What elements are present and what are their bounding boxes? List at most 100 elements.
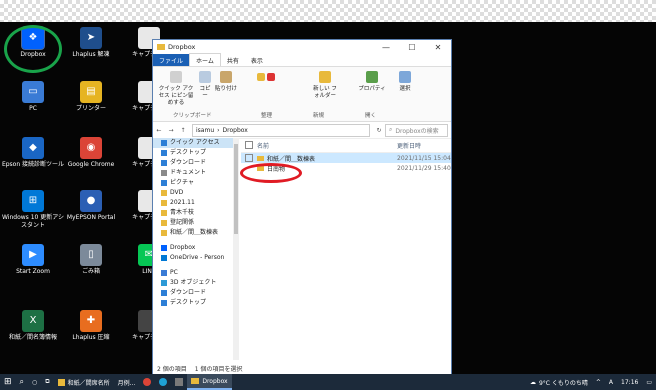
- nav-item-14[interactable]: ダウンロード: [153, 288, 233, 298]
- nav-scrollbar[interactable]: [233, 138, 239, 360]
- up-button[interactable]: ↑: [177, 127, 189, 134]
- nav-item-label: ダウンロード: [170, 289, 207, 296]
- desktop-icon-1[interactable]: ➤ Lhaplus 解凍: [58, 27, 124, 59]
- start-button[interactable]: ⊞: [0, 374, 16, 390]
- chrome-taskbar-icon[interactable]: [139, 374, 155, 390]
- nav-item-label: PC: [170, 269, 178, 276]
- nav-item-15[interactable]: デスクトップ: [153, 298, 233, 308]
- desktop-icon-3[interactable]: ▭ PC: [0, 81, 66, 113]
- desktop-icon-12[interactable]: ▶ Start Zoom: [0, 244, 66, 276]
- new-folder-label: 新しい フォルダー: [313, 86, 337, 99]
- notification-icon[interactable]: ▭: [642, 374, 656, 390]
- download-icon: [161, 159, 167, 166]
- desktop-icon-16[interactable]: ✚ Lhaplus 圧縮: [58, 310, 124, 342]
- search-icon[interactable]: ⌕: [16, 374, 28, 390]
- desktop-icon-label: Lhaplus 圧縮: [72, 334, 110, 341]
- taskbar-explorer[interactable]: Dropbox: [187, 374, 232, 390]
- select-all-checkbox[interactable]: [245, 141, 253, 149]
- nav-item-3[interactable]: ドキュメント: [153, 168, 233, 178]
- desktop-shortcut-icon: X: [22, 310, 44, 332]
- select-button[interactable]: 選択: [395, 71, 415, 93]
- tab-home[interactable]: ホーム: [189, 53, 221, 67]
- minimize-button[interactable]: —: [373, 43, 399, 52]
- desktop-icon-label: Epson 接続診断ツール: [1, 161, 65, 168]
- edge-taskbar-icon[interactable]: [155, 374, 171, 390]
- forward-button[interactable]: →: [165, 127, 177, 134]
- store-icon: [175, 378, 184, 386]
- breadcrumb-isamu[interactable]: isamu: [196, 127, 214, 134]
- nav-item-label: デスクトップ: [170, 149, 207, 156]
- column-date[interactable]: 更新日時: [397, 141, 421, 150]
- nav-item-4[interactable]: ピクチャ: [153, 178, 233, 188]
- nav-item-1[interactable]: デスクトップ: [153, 148, 233, 158]
- store-taskbar-icon[interactable]: [171, 374, 187, 390]
- ime-indicator[interactable]: A: [605, 374, 617, 390]
- nav-scrollbar-thumb[interactable]: [234, 144, 238, 234]
- taskbar-app-1[interactable]: 和紙／間席名所: [54, 374, 114, 390]
- desktop-icon-4[interactable]: ▤ プリンター: [58, 81, 124, 113]
- tray-chevron-icon[interactable]: ^: [592, 374, 605, 390]
- nav-item-label: 2021.11: [170, 199, 195, 206]
- search-input[interactable]: ⌕ Dropboxの検索: [385, 123, 448, 137]
- explorer-window[interactable]: Dropbox — ☐ ✕ ファイル ホーム 共有 表示 クイック アクセス に…: [152, 39, 452, 375]
- row-checkbox[interactable]: [245, 154, 253, 162]
- nav-item-11[interactable]: OneDrive - Person: [153, 253, 233, 263]
- nav-item-8[interactable]: 登記関係: [153, 218, 233, 228]
- desktop-icon-6[interactable]: ◆ Epson 接続診断ツール: [0, 137, 66, 169]
- desktop-icon-10[interactable]: ● MyEPSON Portal: [58, 190, 124, 222]
- folder-icon: [161, 199, 167, 206]
- column-name[interactable]: 名前: [257, 141, 397, 150]
- back-button[interactable]: ←: [153, 127, 165, 134]
- desktop-shortcut-icon: ▶: [22, 244, 44, 266]
- nav-item-label: 3D オブジェクト: [170, 279, 217, 286]
- cortana-icon[interactable]: ○: [28, 374, 41, 390]
- title-bar: Dropbox — ☐ ✕: [153, 40, 451, 54]
- nav-item-12[interactable]: PC: [153, 268, 233, 278]
- maximize-button[interactable]: ☐: [399, 43, 425, 52]
- organize-buttons[interactable]: [249, 73, 283, 84]
- desktop-shortcut-icon: ◆: [22, 137, 44, 159]
- copy-button[interactable]: コピー: [197, 71, 213, 100]
- clock[interactable]: 17:16: [617, 374, 642, 390]
- properties-button[interactable]: プロパティ: [357, 71, 387, 93]
- file-row[interactable]: 和紙／間＿数棟表 2021/11/15 15:04: [241, 153, 451, 163]
- desktop-icon-7[interactable]: ◉ Google Chrome: [58, 137, 124, 169]
- paste-button[interactable]: 貼り付け: [215, 71, 237, 93]
- new-folder-button[interactable]: 新しい フォルダー: [313, 71, 337, 100]
- desktop-icon-label: ごみ箱: [81, 268, 100, 275]
- desktop-icon: [161, 149, 167, 156]
- refresh-button[interactable]: ↻: [373, 127, 385, 134]
- address-bar[interactable]: isamu › Dropbox: [192, 123, 370, 137]
- nav-item-13[interactable]: 3D オブジェクト: [153, 278, 233, 288]
- nav-item-6[interactable]: 2021.11: [153, 198, 233, 208]
- document-icon: [161, 169, 167, 176]
- weather-widget[interactable]: ☁ 9°C くもりのち晴: [526, 374, 592, 390]
- taskbar-app-2[interactable]: 月例...: [114, 374, 140, 390]
- desktop-icon-9[interactable]: ⊞ Windows 10 更新アシスタント: [0, 190, 66, 230]
- paste-label: 貼り付け: [215, 86, 238, 92]
- status-bar: 2 個の項目 1 個の項目を選択: [153, 362, 451, 374]
- nav-item-10[interactable]: Dropbox: [153, 243, 233, 253]
- tab-share[interactable]: 共有: [221, 54, 245, 67]
- close-button[interactable]: ✕: [425, 43, 451, 52]
- breadcrumb-dropbox[interactable]: Dropbox: [223, 127, 248, 134]
- pin-quick-access-button[interactable]: クイック アクセス にピン留めする: [157, 71, 195, 107]
- nav-item-5[interactable]: DVD: [153, 188, 233, 198]
- move-icon: [257, 73, 266, 81]
- nav-item-2[interactable]: ダウンロード: [153, 158, 233, 168]
- folder-icon: [161, 189, 167, 196]
- edge-icon: [159, 378, 168, 386]
- desktop-icon-label: 和紙／間名簿情報: [8, 334, 57, 341]
- nav-item-9[interactable]: 和紙／間＿数棟表: [153, 228, 233, 238]
- task-view-icon[interactable]: ⧉: [41, 374, 53, 390]
- navigation-pane[interactable]: クイック アクセス デスクトップ ダウンロード ドキュメント ピクチャ DVD 2021.1…: [153, 138, 233, 360]
- taskbar-app-2-label: 月例...: [117, 379, 136, 387]
- folder-icon: [161, 219, 167, 226]
- tab-view[interactable]: 表示: [245, 54, 269, 67]
- nav-item-0[interactable]: クイック アクセス: [153, 138, 233, 148]
- nav-item-7[interactable]: 青木千枝: [153, 208, 233, 218]
- tab-file[interactable]: ファイル: [153, 53, 190, 67]
- download-icon: [161, 289, 167, 296]
- desktop-icon-15[interactable]: X 和紙／間名簿情報: [0, 310, 66, 342]
- desktop-icon-13[interactable]: ▯ ごみ箱: [58, 244, 124, 276]
